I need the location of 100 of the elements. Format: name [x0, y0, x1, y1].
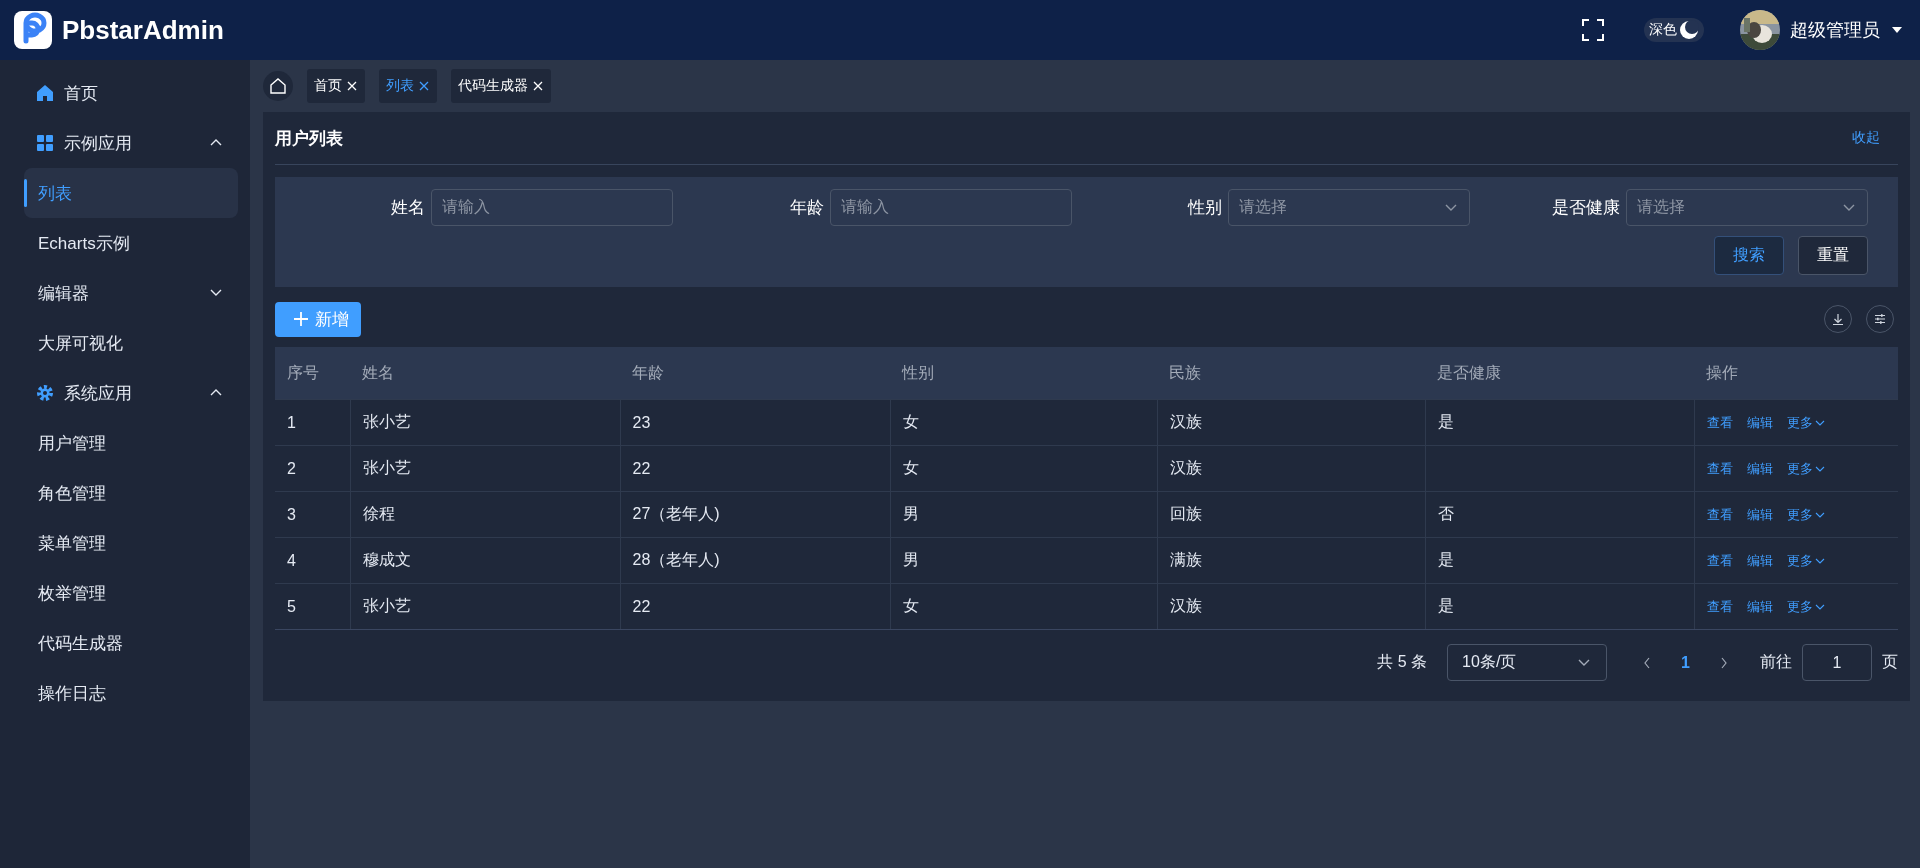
- column-header: 姓名: [350, 347, 620, 400]
- table-cell: 女: [902, 459, 919, 476]
- column-header: 操作: [1694, 347, 1898, 400]
- total-count: 共 5 条: [1377, 652, 1428, 672]
- tab[interactable]: 代码生成器: [451, 69, 551, 103]
- theme-toggle[interactable]: 深色: [1644, 18, 1704, 42]
- menu-item[interactable]: Echarts示例: [24, 218, 238, 268]
- reset-button[interactable]: 重置: [1798, 236, 1868, 275]
- add-button[interactable]: 新增: [275, 301, 361, 337]
- table-cell: 是: [1437, 597, 1454, 614]
- table-cell: 张小艺: [362, 459, 411, 476]
- goto-label: 前往: [1760, 652, 1792, 672]
- action-link[interactable]: 编辑: [1746, 413, 1773, 432]
- download-icon: [1831, 312, 1845, 326]
- page-number[interactable]: 1: [1681, 653, 1690, 672]
- input-field[interactable]: 请输入: [431, 189, 674, 226]
- action-link[interactable]: 查看: [1706, 551, 1733, 570]
- table-cell: 张小艺: [362, 597, 411, 614]
- table-cell: 23: [632, 413, 651, 431]
- table-cell: 是: [1437, 551, 1454, 568]
- field-label: 是否健康: [1552, 197, 1620, 219]
- action-link[interactable]: 编辑: [1746, 597, 1773, 616]
- menu-item[interactable]: 编辑器: [24, 268, 238, 318]
- table-cell: 28（老年人): [632, 551, 720, 568]
- action-link[interactable]: 编辑: [1746, 505, 1773, 524]
- app-title: PbstarAdmin: [62, 14, 224, 46]
- action-link[interactable]: 更多: [1786, 413, 1826, 432]
- table-cell: 3: [287, 505, 296, 523]
- menu-item[interactable]: 操作日志: [24, 668, 238, 718]
- table-cell: 2: [287, 459, 296, 477]
- tab[interactable]: 列表: [379, 69, 437, 103]
- action-link[interactable]: 查看: [1706, 413, 1733, 432]
- menu-item[interactable]: 枚举管理: [24, 568, 238, 618]
- field-label: 性别: [1187, 197, 1222, 219]
- menu-item[interactable]: 大屏可视化: [24, 318, 238, 368]
- column-header: 年龄: [620, 347, 890, 400]
- table-cell: 是: [1437, 413, 1454, 430]
- table-cell: 1: [287, 413, 296, 431]
- action-link[interactable]: 查看: [1706, 459, 1733, 478]
- card-title: 用户列表: [275, 127, 343, 150]
- table-cell: 女: [902, 413, 919, 430]
- table-cell: 22: [632, 597, 651, 615]
- table-cell: 回族: [1169, 505, 1202, 522]
- table-cell: 满族: [1169, 551, 1202, 568]
- action-link[interactable]: 更多: [1786, 505, 1826, 524]
- action-link[interactable]: 更多: [1786, 597, 1826, 616]
- table-cell: 男: [902, 505, 919, 522]
- menu-item[interactable]: 列表: [24, 168, 238, 218]
- menu-item[interactable]: 示例应用: [30, 118, 238, 168]
- menu-item[interactable]: 用户管理: [24, 418, 238, 468]
- table-cell: 徐程: [362, 505, 395, 522]
- user-name[interactable]: 超级管理员: [1790, 18, 1880, 42]
- table-cell: 22: [632, 459, 651, 477]
- table-cell: 汉族: [1169, 459, 1202, 476]
- table-cell: 女: [902, 597, 919, 614]
- plus-icon: [293, 311, 309, 327]
- table-cell: 汉族: [1169, 597, 1202, 614]
- field-label: 年龄: [789, 197, 824, 219]
- menu-item[interactable]: 角色管理: [24, 468, 238, 518]
- field-label: 姓名: [391, 197, 426, 219]
- column-header: 是否健康: [1425, 347, 1694, 400]
- page-suffix: 页: [1882, 652, 1898, 672]
- column-header: 性别: [890, 347, 1157, 400]
- menu-item[interactable]: 系统应用: [30, 368, 238, 418]
- tab[interactable]: 首页: [307, 69, 365, 103]
- moon-icon: [1679, 20, 1699, 40]
- input-field[interactable]: 请输入: [829, 189, 1072, 226]
- gear-icon: [36, 384, 54, 402]
- search-button[interactable]: 搜索: [1714, 236, 1784, 275]
- column-header: 序号: [275, 347, 350, 400]
- table-cell: 汉族: [1169, 413, 1202, 430]
- collapse-link[interactable]: 收起: [1852, 129, 1880, 147]
- action-link[interactable]: 查看: [1706, 597, 1733, 616]
- table-cell: 张小艺: [362, 413, 411, 430]
- page-size-select[interactable]: 10条/页: [1447, 644, 1608, 681]
- table-cell: 4: [287, 551, 296, 569]
- home-icon: [269, 77, 287, 95]
- action-link[interactable]: 编辑: [1746, 459, 1773, 478]
- action-link[interactable]: 更多: [1786, 459, 1826, 478]
- select-field[interactable]: 请选择: [1626, 189, 1868, 226]
- table-cell: 27（老年人): [632, 505, 720, 522]
- grid-icon: [36, 134, 54, 152]
- page-input[interactable]: 1: [1802, 644, 1872, 681]
- sliders-icon: [1873, 312, 1887, 326]
- fullscreen-icon[interactable]: [1582, 19, 1604, 41]
- action-link[interactable]: 更多: [1786, 551, 1826, 570]
- table-cell: 否: [1437, 505, 1454, 522]
- home-icon: [36, 84, 54, 102]
- table-cell: 男: [902, 551, 919, 568]
- column-header: 民族: [1157, 347, 1425, 400]
- menu-item[interactable]: 首页: [30, 68, 238, 118]
- table-cell: 5: [287, 597, 296, 615]
- table-cell: 穆成文: [362, 551, 411, 568]
- logo-icon: [14, 11, 52, 49]
- menu-item[interactable]: 代码生成器: [24, 618, 238, 668]
- action-link[interactable]: 查看: [1706, 505, 1733, 524]
- menu-item[interactable]: 菜单管理: [24, 518, 238, 568]
- home-tab[interactable]: [263, 71, 293, 101]
- select-field[interactable]: 请选择: [1227, 189, 1470, 226]
- action-link[interactable]: 编辑: [1746, 551, 1773, 570]
